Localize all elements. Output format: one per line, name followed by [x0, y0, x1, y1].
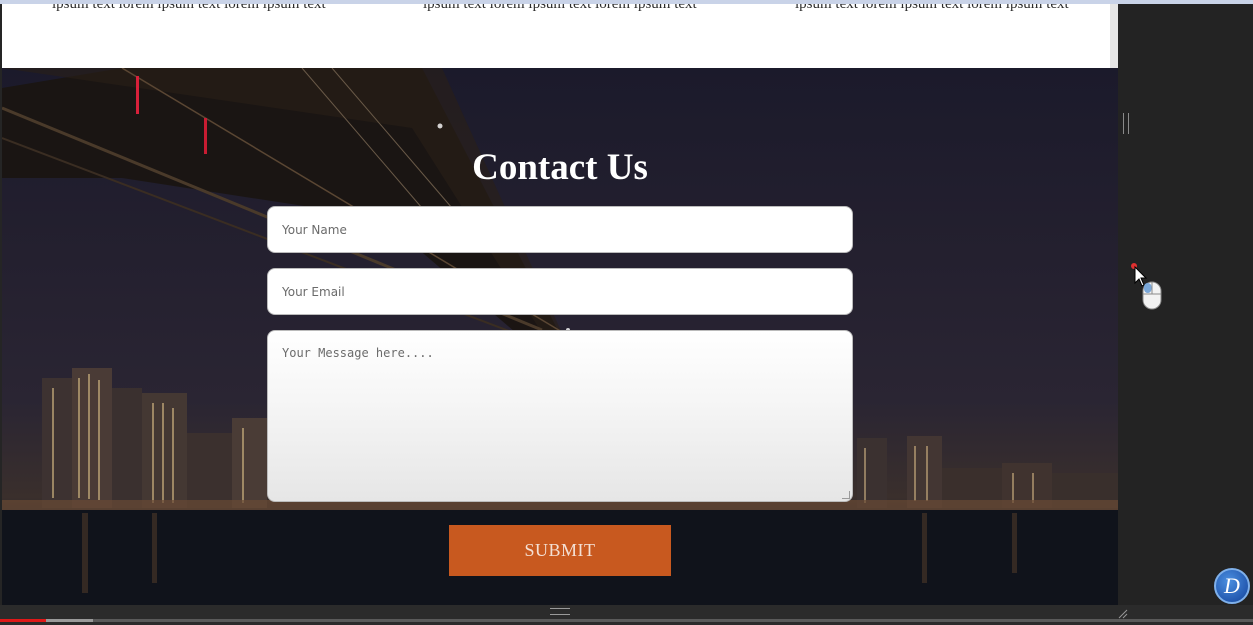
email-placeholder: Your Email [282, 285, 345, 299]
strip-text-2: ipsum text lorem ipsum text lorem ipsum … [423, 4, 697, 12]
player-bottom-bar [0, 605, 1253, 625]
text-strip-section: ipsum text lorem ipsum text lorem ipsum … [2, 4, 1110, 68]
mouse-cursor-icon [1130, 262, 1170, 312]
name-field[interactable]: Your Name [267, 206, 853, 253]
email-field[interactable]: Your Email [267, 268, 853, 315]
web-page-viewport: ipsum text lorem ipsum text lorem ipsum … [2, 4, 1118, 605]
message-textarea[interactable]: Your Message here.... [267, 330, 853, 502]
strip-text-3: ipsum text lorem ipsum text lorem ipsum … [795, 4, 1069, 12]
message-placeholder: Your Message here.... [282, 346, 434, 360]
video-played-bar [0, 619, 47, 622]
corner-resize-icon[interactable] [1118, 606, 1128, 619]
scrollbar-thumb[interactable] [1123, 113, 1129, 134]
name-placeholder: Your Name [282, 223, 347, 237]
strip-text-1: ipsum text lorem ipsum text lorem ipsum … [52, 4, 326, 12]
submit-button[interactable]: SUBMIT [449, 525, 671, 576]
drag-handle-icon[interactable] [550, 608, 570, 615]
screen: ipsum text lorem ipsum text lorem ipsum … [0, 0, 1253, 625]
contact-title: Contact Us [472, 147, 648, 188]
textarea-resize-icon[interactable] [842, 491, 850, 499]
d-logo-icon[interactable]: D [1214, 568, 1250, 604]
video-progress-bar[interactable] [0, 619, 1253, 622]
strip-scroll-edge [1110, 4, 1118, 68]
